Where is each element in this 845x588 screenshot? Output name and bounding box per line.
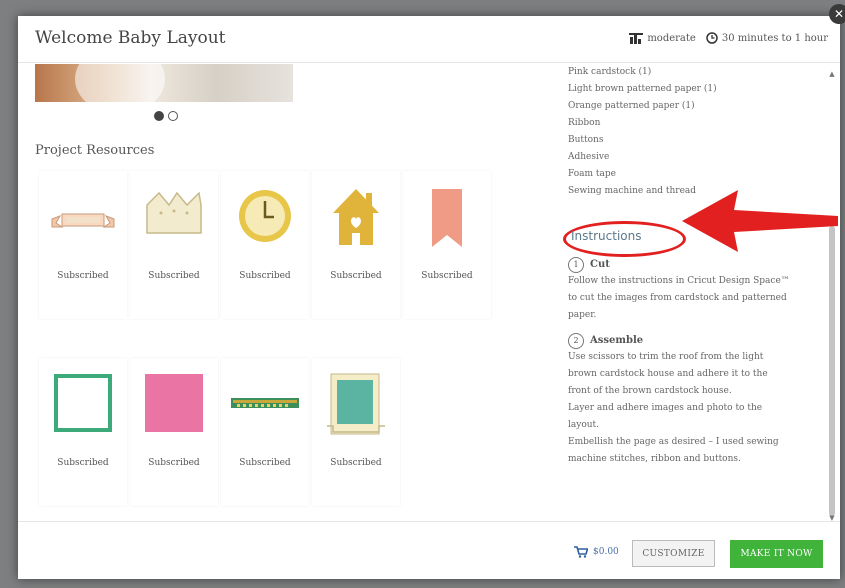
duration-label: 30 minutes to 1 hour: [721, 32, 828, 44]
step-line: brown cardstock house and adhere it to t…: [568, 369, 768, 379]
modal-footer: $0.00 CUSTOMIZE MAKE IT NOW: [18, 521, 840, 580]
scroll-thumb[interactable]: [829, 226, 835, 516]
resource-status: Subscribed: [421, 271, 473, 281]
project-details-panel: Pink cardstock (1) Light brown patterned…: [563, 64, 826, 514]
duration: 30 minutes to 1 hour: [706, 32, 828, 44]
supply-item: Pink cardstock (1): [568, 67, 652, 77]
supply-item: Buttons: [568, 135, 604, 145]
resource-status: Subscribed: [330, 458, 382, 468]
instruction-step-2: 2 Assemble Use scissors to trim the roof…: [568, 332, 779, 468]
resource-status: Subscribed: [239, 271, 291, 281]
step-title: Cut: [590, 259, 610, 270]
resource-card[interactable]: Subscribed: [312, 358, 400, 506]
project-title: Welcome Baby Layout: [35, 28, 226, 48]
resource-card[interactable]: Subscribed: [221, 171, 309, 319]
project-modal: Welcome Baby Layout moderate 30 minutes …: [18, 16, 840, 579]
scroll-up-icon[interactable]: ▲: [828, 70, 836, 78]
make-it-now-button[interactable]: MAKE IT NOW: [730, 540, 823, 568]
carousel-dot-2[interactable]: [168, 111, 178, 121]
resource-card[interactable]: Subscribed: [130, 358, 218, 506]
customize-button[interactable]: CUSTOMIZE: [632, 540, 715, 567]
supply-item: Ribbon: [568, 118, 601, 128]
resource-status: Subscribed: [148, 458, 200, 468]
resource-card[interactable]: Subscribed: [39, 171, 127, 319]
clock-icon: [706, 32, 718, 44]
project-resources-heading: Project Resources: [35, 143, 155, 158]
photo-mat-icon: [327, 373, 385, 435]
resource-card[interactable]: Subscribed: [312, 171, 400, 319]
crown-icon: [146, 191, 202, 234]
cart-price: $0.00: [574, 546, 619, 558]
step-line: machine stitches, ribbon and buttons.: [568, 454, 741, 464]
supplies-list: Pink cardstock (1) Light brown patterned…: [568, 64, 717, 200]
step-title: Assemble: [590, 335, 644, 346]
annotation-arrow: [682, 190, 838, 252]
resource-card[interactable]: Subscribed: [130, 171, 218, 319]
supply-item: Foam tape: [568, 169, 617, 179]
resource-card[interactable]: Subscribed: [221, 358, 309, 506]
welcome-baby-text-icon: [231, 398, 299, 408]
cart-icon: [574, 546, 588, 558]
difficulty-label: moderate: [647, 32, 696, 44]
step-number: 2: [568, 332, 584, 349]
resource-status: Subscribed: [239, 458, 291, 468]
supply-item: Adhesive: [568, 152, 610, 162]
step-line: Layer and adhere images and photo to the: [568, 403, 763, 413]
close-icon[interactable]: ✕: [829, 4, 845, 24]
step-number: 1: [568, 256, 584, 273]
step-line: front of the brown cardstock house.: [568, 386, 732, 396]
instruction-step-1: 1 Cut Follow the instructions in Cricut …: [568, 256, 790, 324]
step-line: Use scissors to trim the roof from the l…: [568, 352, 764, 362]
clock-icon: [239, 190, 291, 242]
resource-status: Subscribed: [148, 271, 200, 281]
difficulty-icon: [629, 33, 644, 44]
banner-icon: [51, 213, 115, 228]
supply-item: Light brown patterned paper (1): [568, 84, 717, 94]
ribbon-flag-icon: [432, 189, 462, 247]
resource-status: Subscribed: [330, 271, 382, 281]
modal-header: Welcome Baby Layout moderate 30 minutes …: [18, 16, 840, 63]
step-line: layout.: [568, 420, 600, 430]
pink-square-icon: [145, 374, 203, 432]
house-icon: [333, 189, 379, 245]
supply-item: Orange patterned paper (1): [568, 101, 695, 111]
details-scrollbar[interactable]: ▲ ▼: [828, 66, 836, 524]
resource-status: Subscribed: [57, 458, 109, 468]
step-line: Embellish the page as desired – I used s…: [568, 437, 779, 447]
resource-card[interactable]: Subscribed: [39, 358, 127, 506]
price-label: $0.00: [593, 547, 619, 557]
step-line: paper.: [568, 310, 597, 320]
resource-status: Subscribed: [57, 271, 109, 281]
carousel-dots: [154, 111, 178, 121]
project-hero-image: [35, 64, 293, 102]
resource-card[interactable]: Subscribed: [403, 171, 491, 319]
project-meta: moderate 30 minutes to 1 hour: [629, 32, 828, 44]
step-line: to cut the images from cardstock and pat…: [568, 293, 787, 303]
square-frame-icon: [54, 374, 112, 432]
difficulty: moderate: [629, 32, 696, 44]
carousel-dot-1[interactable]: [154, 111, 164, 121]
step-line: Follow the instructions in Cricut Design…: [568, 276, 790, 286]
instructions-heading: Instructions: [571, 229, 642, 243]
